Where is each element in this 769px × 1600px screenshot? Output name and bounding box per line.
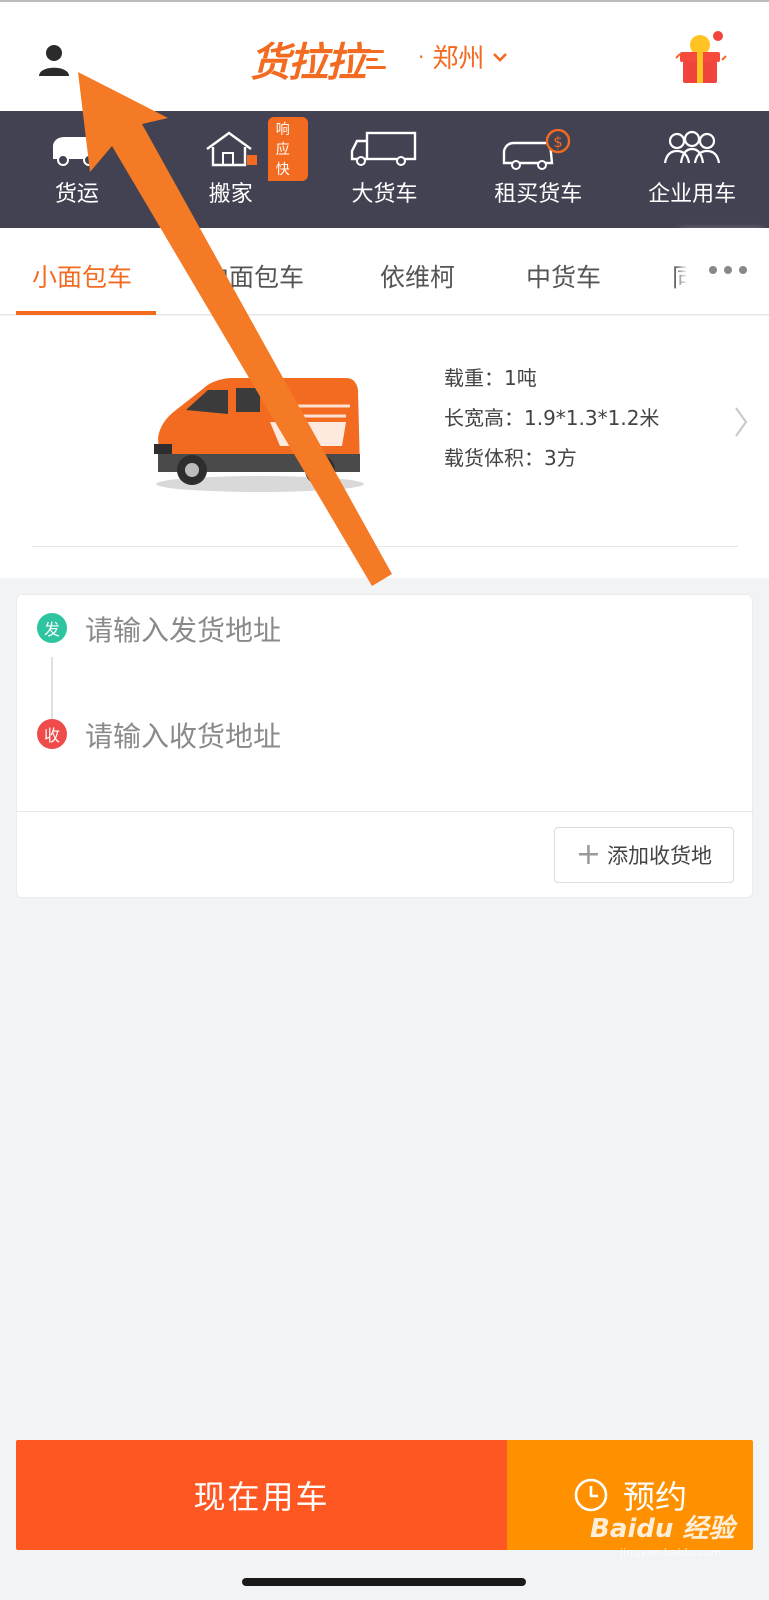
more-dots-icon xyxy=(708,266,747,274)
vehicle-tabs: 小面包车 中面包车 依维柯 中货车 同 xyxy=(0,228,769,315)
service-rent-buy[interactable]: $ 租买货车 xyxy=(461,111,615,228)
city-name: 郑州 xyxy=(432,44,485,74)
add-destination-button[interactable]: + 添加收货地 xyxy=(554,827,734,883)
service-big-truck[interactable]: 大货车 xyxy=(308,111,462,228)
service-freight[interactable]: 货运 xyxy=(0,111,154,228)
home-indicator[interactable] xyxy=(242,1578,526,1586)
service-label: 大货车 xyxy=(351,182,418,207)
city-selector[interactable]: · 郑州 xyxy=(418,38,508,75)
divider xyxy=(32,546,738,547)
baidu-watermark-url: jingyan.baidu.com xyxy=(620,1546,722,1559)
city-separator: · xyxy=(418,44,425,69)
order-now-label: 现在用车 xyxy=(193,1478,330,1516)
divider xyxy=(17,811,754,812)
spec-dimensions: 长宽高：1.9*1.3*1.2米 xyxy=(444,406,660,430)
service-label: 货运 xyxy=(54,182,99,207)
service-label: 企业用车 xyxy=(648,182,737,207)
active-tab-indicator xyxy=(16,311,156,315)
from-tag-icon: 发 xyxy=(37,613,67,643)
spec-load: 载重：1吨 xyxy=(444,366,537,390)
person-icon xyxy=(39,45,69,76)
more-tabs-button[interactable] xyxy=(686,232,769,308)
logo-text: 货拉拉 xyxy=(250,39,366,86)
plus-icon: + xyxy=(575,837,602,872)
top-header: 货拉拉 · 郑州 xyxy=(0,0,769,111)
gift-button[interactable] xyxy=(670,30,730,90)
tab-medium-van[interactable]: 中面包车 xyxy=(204,258,304,294)
svg-text:$: $ xyxy=(554,133,564,151)
service-label: 搬家 xyxy=(208,182,253,207)
tab-small-van[interactable]: 小面包车 xyxy=(32,258,132,294)
tab-iveco[interactable]: 依维柯 xyxy=(380,258,455,294)
truck-icon xyxy=(351,131,417,166)
app-screen: 货拉拉 · 郑州 货运 响应快 搬家 大货车 $ 租买货车 企业用车 小面包车 … xyxy=(0,0,769,1600)
group-people-icon xyxy=(663,130,721,164)
fast-response-badge: 响应快 xyxy=(267,117,308,181)
van-icon xyxy=(52,137,97,166)
spec-volume: 载货体积：3方 xyxy=(444,446,577,470)
to-address-input[interactable]: 请输入收货地址 xyxy=(85,713,705,757)
truck-dollar-icon: $ xyxy=(503,129,571,170)
van-image xyxy=(154,378,364,492)
chevron-right-icon xyxy=(735,407,748,437)
chevron-down-icon xyxy=(493,52,508,62)
to-tag-icon: 收 xyxy=(37,719,67,749)
order-now-button[interactable]: 现在用车 xyxy=(16,1440,507,1550)
tab-medium-truck[interactable]: 中货车 xyxy=(526,258,601,294)
gift-box-icon xyxy=(675,31,727,83)
logo-speed-lines xyxy=(366,49,386,69)
service-moving[interactable]: 响应快 搬家 xyxy=(154,111,308,228)
address-card: 发 收 请输入发货地址 请输入收货地址 + 添加收货地 xyxy=(16,594,754,898)
vehicle-info[interactable]: 载重：1吨 长宽高：1.9*1.3*1.2米 载货体积：3方 xyxy=(0,316,769,578)
service-nav: 货运 响应快 搬家 大货车 $ 租买货车 企业用车 xyxy=(0,111,769,228)
house-move-icon xyxy=(205,131,257,167)
service-enterprise[interactable]: 企业用车 xyxy=(615,111,769,228)
profile-button[interactable] xyxy=(30,38,78,82)
baidu-watermark: Baidu 经验 xyxy=(590,1514,735,1544)
add-destination-label: 添加收货地 xyxy=(607,844,713,868)
address-connector xyxy=(51,657,53,721)
service-label: 租买货车 xyxy=(494,182,583,207)
app-logo: 货拉拉 xyxy=(250,30,386,88)
from-address-input[interactable]: 请输入发货地址 xyxy=(85,607,705,651)
